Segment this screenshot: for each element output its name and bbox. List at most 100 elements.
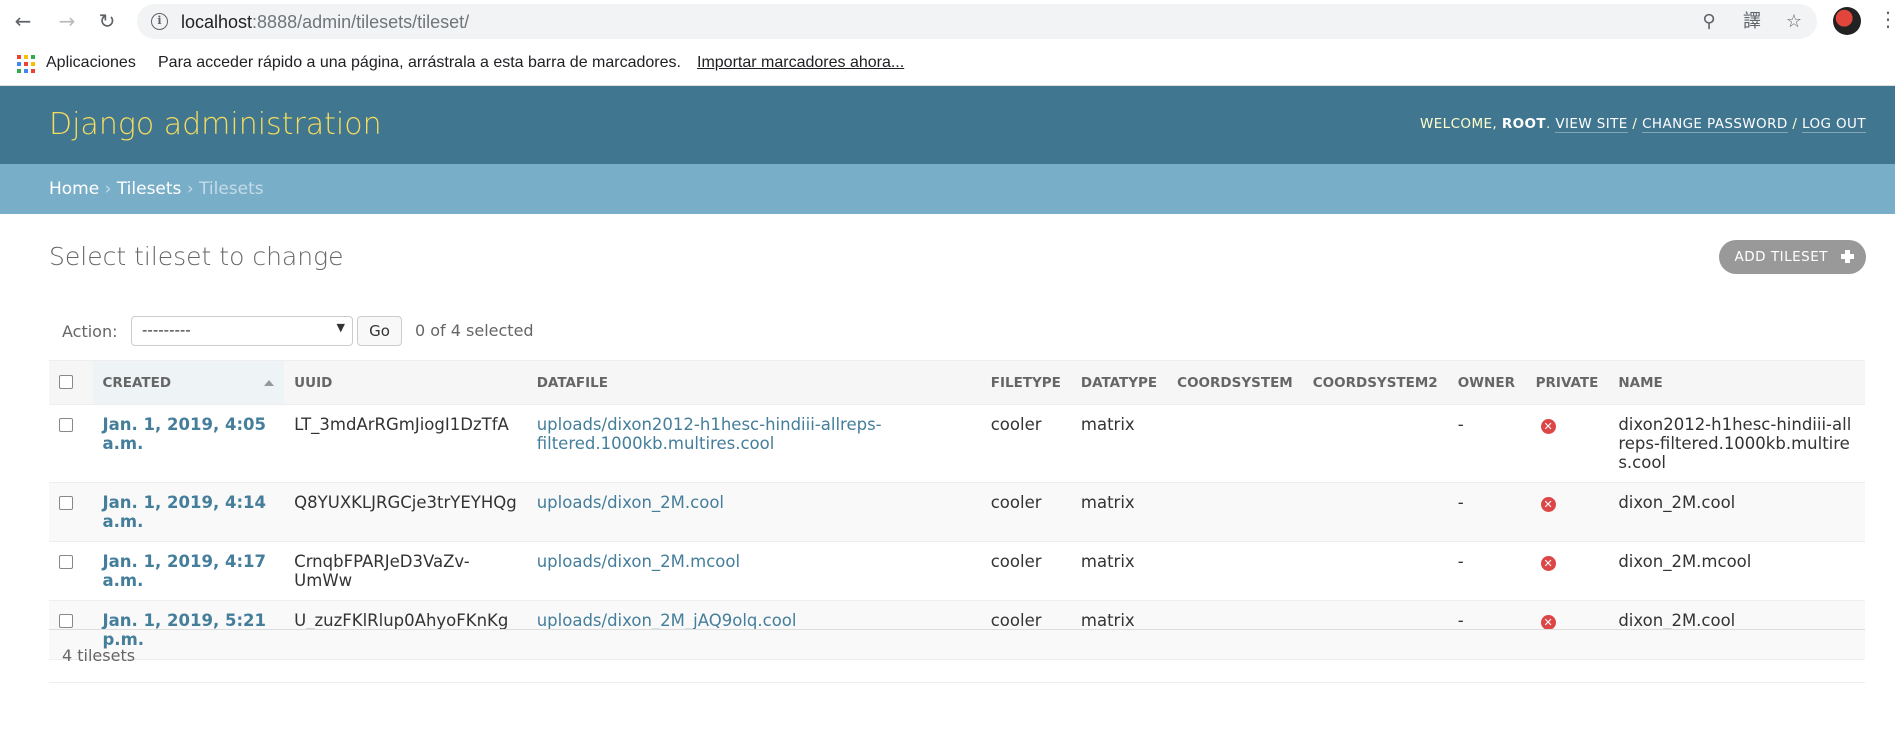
site-title[interactable]: Django administration	[49, 107, 382, 142]
row-checkbox[interactable]	[59, 614, 73, 628]
datafile-cell: uploads/dixon2012-h1hesc-hindiii-allreps…	[526, 404, 981, 483]
breadcrumb: Home › Tilesets › Tilesets	[0, 164, 1895, 214]
bookmark-apps[interactable]: Aplicaciones	[46, 54, 136, 72]
name-cell: dixon_2M.mcool	[1608, 541, 1865, 601]
table-row: Jan. 1, 2019, 4:17 a.m. CrnqbFPARJeD3VaZ…	[49, 541, 1865, 601]
column-coordsystem[interactable]: Coordsystem	[1167, 360, 1303, 405]
tileset-link[interactable]: Jan. 1, 2019, 4:17 a.m.	[103, 552, 267, 590]
row-select-cell	[49, 541, 93, 601]
view-site-link[interactable]: View site	[1555, 116, 1628, 133]
translate-icon[interactable]: 譯	[1740, 10, 1764, 34]
column-label: Coordsystem	[1177, 374, 1293, 391]
selected-count: 0 of 4 selected	[415, 321, 534, 340]
datafile-link[interactable]: uploads/dixon_2M_jAQ9olq.cool	[537, 611, 797, 630]
column-label: Coordsystem2	[1312, 374, 1438, 391]
row-checkbox[interactable]	[59, 418, 73, 432]
column-label: Owner	[1457, 374, 1515, 391]
menu-icon[interactable]: ⋮	[1878, 7, 1895, 31]
profile-avatar[interactable]	[1833, 7, 1861, 35]
chevron-down-icon: ▼	[336, 321, 345, 334]
datatype-cell: matrix	[1070, 541, 1168, 601]
private-cell: ✕	[1525, 404, 1609, 483]
add-tileset-button[interactable]: Add tileset	[1718, 240, 1866, 274]
forward-arrow-icon[interactable]: →	[52, 6, 82, 36]
datatype-cell: matrix	[1070, 404, 1168, 483]
action-label: Action:	[62, 322, 118, 341]
table-row: Jan. 1, 2019, 4:14 a.m. Q8YUXKLJRGCje3tr…	[49, 482, 1865, 542]
apps-grid-icon[interactable]	[17, 55, 35, 73]
column-label: Uuid	[294, 374, 333, 391]
coordsystem2-cell	[1302, 404, 1448, 483]
info-icon[interactable]: i	[151, 13, 168, 30]
owner-cell: -	[1447, 404, 1526, 483]
column-owner[interactable]: Owner	[1447, 360, 1526, 405]
add-tileset-label: Add tileset	[1734, 249, 1828, 265]
datafile-cell: uploads/dixon_2M.cool	[526, 482, 981, 542]
import-bookmarks-link[interactable]: Importar marcadores ahora...	[697, 54, 904, 72]
address-bar[interactable]: i localhost:8888/admin/tilesets/tileset/…	[137, 4, 1817, 39]
admin-header: Django administration Welcome, root. Vie…	[0, 86, 1895, 164]
row-select-cell	[49, 482, 93, 542]
column-filetype[interactable]: Filetype	[980, 360, 1071, 405]
datafile-cell: uploads/dixon_2M.mcool	[526, 541, 981, 601]
coordsystem-cell	[1167, 404, 1303, 483]
coordsystem2-cell	[1302, 541, 1448, 601]
column-created[interactable]: Created	[92, 360, 285, 405]
welcome-text: Welcome,	[1420, 116, 1498, 132]
paginator: 4 tilesets	[49, 629, 1865, 683]
change-password-link[interactable]: Change password	[1642, 116, 1788, 133]
coordsystem-cell	[1167, 541, 1303, 601]
coordsystem-cell	[1167, 482, 1303, 542]
plus-icon	[1840, 249, 1855, 264]
username: root	[1501, 116, 1546, 132]
column-uuid[interactable]: Uuid	[284, 360, 527, 405]
column-label: Datafile	[536, 374, 609, 391]
name-cell: dixon_2M.cool	[1608, 482, 1865, 542]
datafile-link[interactable]: uploads/dixon_2M.cool	[537, 493, 724, 512]
result-table: Created Uuid Datafile Filetype Datatype …	[49, 360, 1865, 660]
column-coordsystem2[interactable]: Coordsystem2	[1302, 360, 1448, 405]
back-arrow-icon[interactable]: ←	[8, 6, 38, 36]
column-datatype[interactable]: Datatype	[1070, 360, 1168, 405]
log-out-link[interactable]: Log out	[1802, 116, 1866, 133]
row-checkbox[interactable]	[59, 555, 73, 569]
coordsystem2-cell	[1302, 482, 1448, 542]
select-all-checkbox[interactable]	[59, 375, 73, 389]
owner-cell: -	[1447, 482, 1526, 542]
page-title: Select tileset to change	[49, 242, 344, 271]
sort-ascending-icon[interactable]	[264, 380, 275, 386]
column-name[interactable]: Name	[1608, 360, 1865, 405]
bookmarks-bar: Aplicaciones Para acceder rápido a una p…	[0, 43, 1895, 86]
column-datafile[interactable]: Datafile	[526, 360, 981, 405]
tileset-link[interactable]: Jan. 1, 2019, 4:14 a.m.	[103, 493, 267, 531]
datafile-link[interactable]: uploads/dixon2012-h1hesc-hindiii-allreps…	[537, 415, 882, 453]
breadcrumb-home[interactable]: Home	[49, 179, 99, 199]
breadcrumb-current: Tilesets	[199, 179, 264, 199]
filetype-cell: cooler	[980, 404, 1071, 483]
datatype-cell: matrix	[1070, 482, 1168, 542]
false-icon: ✕	[1540, 615, 1556, 630]
url-text[interactable]: localhost:8888/admin/tilesets/tileset/	[181, 12, 469, 33]
actions-bar: Action: --------- ▼ Go 0 of 4 selected	[49, 315, 1865, 361]
false-icon: ✕	[1540, 556, 1556, 571]
uuid-cell: CrnqbFPARJeD3VaZv-UmWw	[284, 541, 527, 601]
reload-icon[interactable]: ↻	[92, 6, 122, 36]
owner-cell: -	[1447, 541, 1526, 601]
column-private[interactable]: Private	[1525, 360, 1609, 405]
column-label: Name	[1618, 374, 1663, 391]
breadcrumb-app[interactable]: Tilesets	[117, 179, 182, 199]
name-cell: dixon2012-h1hesc-hindiii-allreps-filtere…	[1608, 404, 1865, 483]
action-select[interactable]: --------- ▼	[131, 316, 353, 346]
tileset-link[interactable]: Jan. 1, 2019, 4:05 a.m.	[103, 415, 267, 453]
false-icon: ✕	[1540, 419, 1556, 434]
datafile-link[interactable]: uploads/dixon_2M.mcool	[537, 552, 740, 571]
row-checkbox[interactable]	[59, 496, 73, 510]
filetype-cell: cooler	[980, 541, 1071, 601]
key-icon[interactable]: ⚲	[1697, 10, 1721, 34]
private-cell: ✕	[1525, 541, 1609, 601]
go-button[interactable]: Go	[357, 316, 402, 346]
star-icon[interactable]: ☆	[1782, 10, 1806, 34]
column-label: Datatype	[1080, 374, 1158, 391]
created-cell: Jan. 1, 2019, 4:14 a.m.	[92, 482, 285, 542]
created-cell: Jan. 1, 2019, 4:05 a.m.	[92, 404, 285, 483]
